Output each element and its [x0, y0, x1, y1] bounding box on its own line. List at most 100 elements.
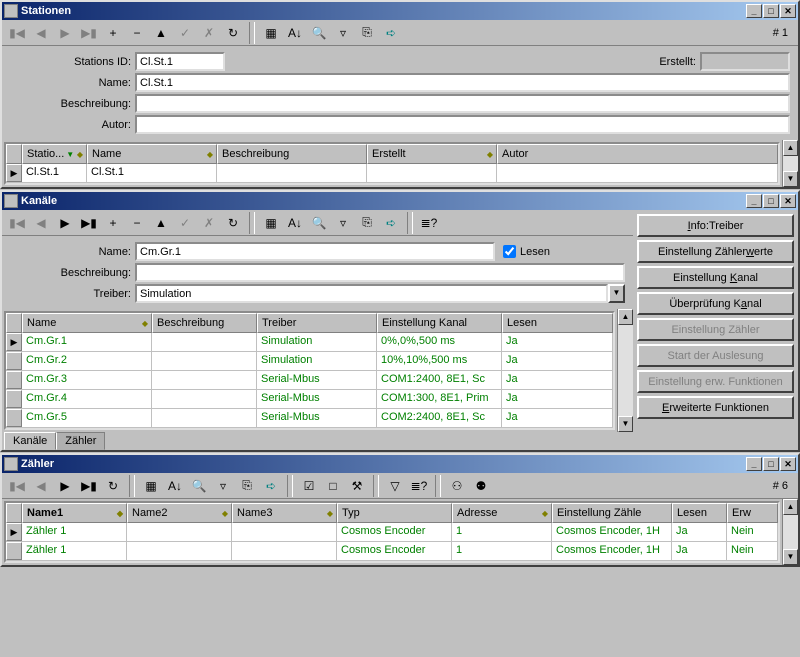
input-beschreibung[interactable]: [135, 94, 790, 113]
col-marker[interactable]: [6, 313, 22, 333]
check-icon[interactable]: ✓: [174, 22, 196, 44]
refresh-icon[interactable]: ↻: [222, 212, 244, 234]
sort-icon[interactable]: A↓: [164, 475, 186, 497]
combo-treiber[interactable]: ▼: [135, 284, 625, 303]
funnel-icon[interactable]: ▽: [384, 475, 406, 497]
find-icon[interactable]: 🔍: [308, 212, 330, 234]
col-marker[interactable]: [6, 503, 22, 523]
tab-zaehler[interactable]: Zähler: [56, 432, 105, 450]
close-button[interactable]: ✕: [780, 194, 796, 208]
col-treiber[interactable]: Treiber: [257, 313, 377, 333]
col-name3[interactable]: Name3◆: [232, 503, 337, 523]
edit-icon[interactable]: ▲: [150, 22, 172, 44]
sort-icon[interactable]: A↓: [284, 212, 306, 234]
table-row[interactable]: Zähler 1Cosmos Encoder1Cosmos Encoder, 1…: [6, 542, 778, 561]
scrollbar-zaehler[interactable]: ▲ ▼: [782, 499, 798, 565]
nav-next-icon[interactable]: ▶: [54, 212, 76, 234]
nav-first-icon[interactable]: ▮◀: [6, 22, 28, 44]
checkbox-lesen[interactable]: Lesen: [503, 245, 550, 258]
copy-icon[interactable]: ⎘: [356, 212, 378, 234]
nav-first-icon[interactable]: ▮◀: [6, 475, 28, 497]
scroll-down-icon[interactable]: ▼: [783, 549, 798, 565]
refresh-icon[interactable]: ↻: [102, 475, 124, 497]
col-erw[interactable]: Erw: [727, 503, 778, 523]
button-einstellung-kanal[interactable]: Einstellung Kanal: [637, 266, 794, 289]
table-row[interactable]: ▶Zähler 1Cosmos Encoder1Cosmos Encoder, …: [6, 523, 778, 542]
col-lesen[interactable]: Lesen: [502, 313, 613, 333]
remove-icon[interactable]: −: [126, 212, 148, 234]
col-name[interactable]: Name◆: [87, 144, 217, 164]
col-adresse[interactable]: Adresse◆: [452, 503, 552, 523]
help-icon[interactable]: ≣?: [408, 475, 430, 497]
grid-icon[interactable]: ▦: [140, 475, 162, 497]
minimize-button[interactable]: _: [746, 457, 762, 471]
button-einstellung-zaehlerwerte[interactable]: Einstellung Zählerwerte: [637, 240, 794, 263]
filter-icon[interactable]: ▿: [332, 22, 354, 44]
filter-icon[interactable]: ▿: [212, 475, 234, 497]
tree1-icon[interactable]: ⚇: [446, 475, 468, 497]
grid-icon[interactable]: ▦: [260, 212, 282, 234]
close-button[interactable]: ✕: [780, 457, 796, 471]
nav-prev-icon[interactable]: ◀: [30, 22, 52, 44]
col-beschreibung[interactable]: Beschreibung: [217, 144, 367, 164]
add-icon[interactable]: +: [102, 22, 124, 44]
maximize-button[interactable]: □: [763, 194, 779, 208]
sort-icon[interactable]: A↓: [284, 22, 306, 44]
table-row[interactable]: ▶ Cl.St.1 Cl.St.1: [6, 164, 778, 183]
input-autor[interactable]: [135, 115, 790, 134]
input-treiber[interactable]: [135, 284, 608, 303]
close-button[interactable]: ✕: [780, 4, 796, 18]
col-beschreibung[interactable]: Beschreibung: [152, 313, 257, 333]
nav-last-icon[interactable]: ▶▮: [78, 22, 100, 44]
add-icon[interactable]: +: [102, 212, 124, 234]
input-stationsid[interactable]: [135, 52, 225, 71]
scrollbar-stationen[interactable]: ▲ ▼: [782, 140, 798, 187]
tree2-icon[interactable]: ⚉: [470, 475, 492, 497]
minimize-button[interactable]: _: [746, 194, 762, 208]
col-lesen[interactable]: Lesen: [672, 503, 727, 523]
scrollbar-kanaele[interactable]: ▲ ▼: [617, 309, 633, 432]
cancel-icon[interactable]: ✗: [198, 212, 220, 234]
table-row[interactable]: ▶Cm.Gr.1Simulation0%,0%,500 msJa: [6, 333, 613, 352]
col-name[interactable]: Name◆: [22, 313, 152, 333]
button-erweiterte-funktionen[interactable]: Erweiterte Funktionen: [637, 396, 794, 419]
button-info-treiber[interactable]: Info:Treiber: [637, 214, 794, 237]
minimize-button[interactable]: _: [746, 4, 762, 18]
tool-icon[interactable]: ⚒: [346, 475, 368, 497]
col-einstellung[interactable]: Einstellung Kanal: [377, 313, 502, 333]
nav-first-icon[interactable]: ▮◀: [6, 212, 28, 234]
col-statio[interactable]: Statio...▼◆: [22, 144, 87, 164]
nav-next-icon[interactable]: ▶: [54, 22, 76, 44]
scroll-down-icon[interactable]: ▼: [618, 416, 633, 432]
maximize-button[interactable]: □: [763, 457, 779, 471]
tab-kanaele[interactable]: Kanäle: [4, 432, 56, 450]
scroll-up-icon[interactable]: ▲: [783, 140, 798, 156]
props-icon[interactable]: ☑: [298, 475, 320, 497]
scroll-up-icon[interactable]: ▲: [618, 309, 633, 325]
scroll-up-icon[interactable]: ▲: [783, 499, 798, 515]
table-row[interactable]: Cm.Gr.5Serial-MbusCOM2:2400, 8E1, ScJa: [6, 409, 613, 428]
input-name[interactable]: [135, 73, 790, 92]
table-row[interactable]: Cm.Gr.3Serial-MbusCOM1:2400, 8E1, ScJa: [6, 371, 613, 390]
scroll-down-icon[interactable]: ▼: [783, 171, 798, 187]
nav-prev-icon[interactable]: ◀: [30, 475, 52, 497]
col-typ[interactable]: Typ: [337, 503, 452, 523]
titlebar-zaehler[interactable]: Zähler _ □ ✕: [2, 455, 798, 473]
checkbox-lesen-input[interactable]: [503, 245, 516, 258]
help-icon[interactable]: ≣?: [418, 212, 440, 234]
copy-icon[interactable]: ⎘: [356, 22, 378, 44]
table-row[interactable]: Cm.Gr.2Simulation10%,10%,500 msJa: [6, 352, 613, 371]
col-marker[interactable]: [6, 144, 22, 164]
titlebar-stationen[interactable]: Stationen _ □ ✕: [2, 2, 798, 20]
find-icon[interactable]: 🔍: [308, 22, 330, 44]
input-name[interactable]: [135, 242, 495, 261]
new-icon[interactable]: □: [322, 475, 344, 497]
cancel-icon[interactable]: ✗: [198, 22, 220, 44]
filter-icon[interactable]: ▿: [332, 212, 354, 234]
arrow-icon[interactable]: ➪: [260, 475, 282, 497]
refresh-icon[interactable]: ↻: [222, 22, 244, 44]
col-name1[interactable]: Name1◆: [22, 503, 127, 523]
table-row[interactable]: Cm.Gr.4Serial-MbusCOM1:300, 8E1, PrimJa: [6, 390, 613, 409]
nav-last-icon[interactable]: ▶▮: [78, 212, 100, 234]
remove-icon[interactable]: −: [126, 22, 148, 44]
